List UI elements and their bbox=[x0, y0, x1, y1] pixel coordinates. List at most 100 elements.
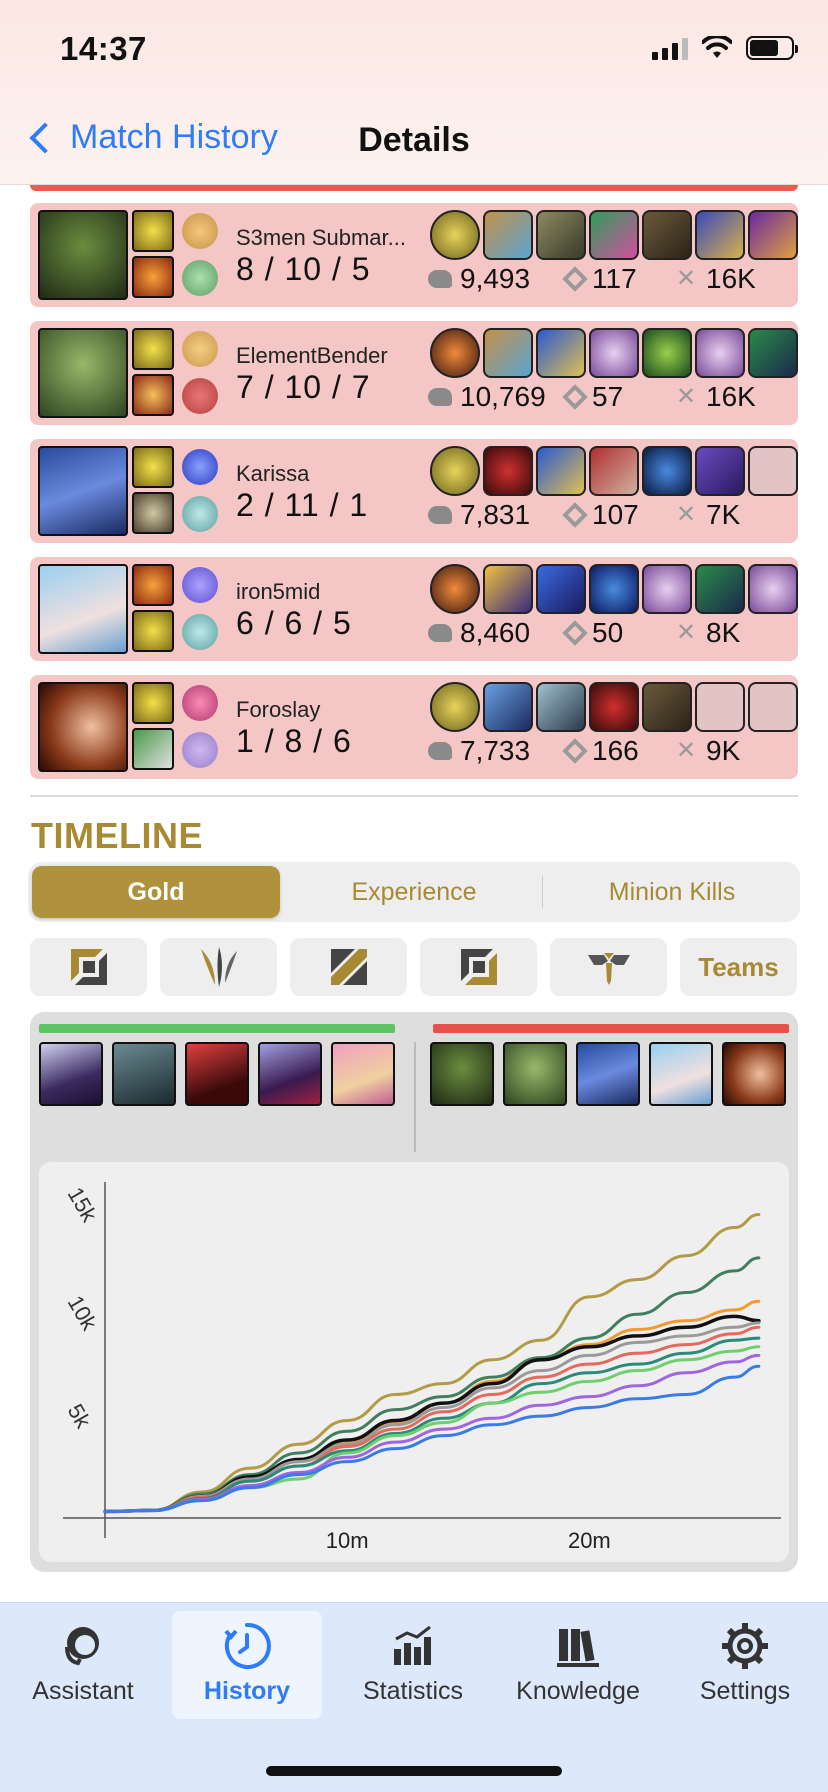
empty-item-slot bbox=[748, 446, 798, 496]
damage-value: 7K bbox=[706, 499, 741, 530]
cellular-signal-icon bbox=[652, 36, 688, 60]
item-icon bbox=[536, 564, 586, 614]
item-icon bbox=[748, 328, 798, 378]
knowledge-icon bbox=[557, 1629, 599, 1667]
player-row[interactable]: Foroslay 1 / 8 / 6 7,733 166 ✕ 9K bbox=[30, 675, 798, 779]
champion-portrait bbox=[38, 210, 128, 300]
y-tick-label: 5k bbox=[63, 1400, 97, 1433]
summoner-spell-flash-icon bbox=[132, 446, 174, 488]
cs-value: 117 bbox=[592, 263, 637, 294]
red-champion-3[interactable] bbox=[576, 1042, 640, 1106]
secondary-rune-icon bbox=[182, 378, 218, 414]
red-champion-2[interactable] bbox=[503, 1042, 567, 1106]
cs-value: 107 bbox=[592, 499, 639, 530]
tab-experience[interactable]: Experience bbox=[290, 866, 538, 918]
item-icon bbox=[642, 564, 692, 614]
role-filter-jungle[interactable] bbox=[160, 938, 277, 996]
role-filter-mid[interactable] bbox=[290, 938, 407, 996]
secondary-rune-icon bbox=[182, 614, 218, 650]
role-filter-support[interactable] bbox=[550, 938, 667, 996]
item-icon bbox=[589, 564, 639, 614]
minion-icon bbox=[562, 502, 588, 528]
y-tick-label: 15k bbox=[63, 1183, 103, 1227]
red-champion-5[interactable] bbox=[722, 1042, 786, 1106]
item-icon bbox=[536, 446, 586, 496]
tab-gold[interactable]: Gold bbox=[32, 866, 280, 918]
tab-knowledge[interactable]: Knowledge bbox=[503, 1611, 653, 1719]
damage-value: 16K bbox=[706, 263, 756, 294]
timeline-metric-selector: Gold Experience Minion Kills bbox=[28, 862, 800, 922]
tab-label: Statistics bbox=[362, 1677, 464, 1705]
summoner-spell-flash-icon bbox=[132, 682, 174, 724]
item-icon bbox=[430, 564, 480, 614]
blue-champion-3[interactable] bbox=[185, 1042, 249, 1106]
timeline-title: TIMELINE bbox=[31, 815, 203, 856]
blue-champion-2[interactable] bbox=[112, 1042, 176, 1106]
damage-icon: ✕ bbox=[676, 619, 697, 646]
role-filter-teams[interactable]: Teams bbox=[680, 938, 797, 996]
gold-timeline-chart: 5k 10k 15k 10m 20m bbox=[39, 1162, 789, 1562]
bot-icon bbox=[460, 949, 497, 985]
tab-history[interactable]: History bbox=[172, 1611, 322, 1719]
item-icon bbox=[483, 564, 533, 614]
tab-label: Knowledge bbox=[516, 1677, 640, 1705]
item-icon bbox=[589, 210, 639, 260]
role-filter-bot[interactable] bbox=[420, 938, 537, 996]
player-kda: 7 / 10 / 7 bbox=[236, 369, 371, 405]
player-kda: 6 / 6 / 5 bbox=[236, 605, 352, 641]
tab-minion-kills[interactable]: Minion Kills bbox=[548, 866, 796, 918]
item-icon bbox=[483, 446, 533, 496]
secondary-rune-icon bbox=[182, 732, 218, 768]
item-icon bbox=[695, 446, 745, 496]
item-icon bbox=[642, 446, 692, 496]
blue-champion-1[interactable] bbox=[39, 1042, 103, 1106]
damage-icon: ✕ bbox=[676, 737, 697, 764]
assistant-icon bbox=[65, 1627, 99, 1666]
tab-statistics[interactable]: Statistics bbox=[338, 1611, 488, 1719]
page-title: Details bbox=[358, 121, 470, 159]
blue-champion-5[interactable] bbox=[331, 1042, 395, 1106]
item-icon bbox=[536, 210, 586, 260]
gold-icon bbox=[428, 624, 452, 642]
damage-icon: ✕ bbox=[676, 265, 697, 292]
navigation-bar: 14:37 Match History Details bbox=[0, 0, 828, 185]
blue-champion-4[interactable] bbox=[258, 1042, 322, 1106]
item-icon bbox=[695, 210, 745, 260]
player-stats: 8,460 50 ✕ 8K bbox=[428, 617, 740, 649]
tab-label: Assistant bbox=[32, 1677, 134, 1705]
primary-rune-icon bbox=[182, 685, 218, 721]
gold-icon bbox=[428, 742, 452, 760]
tab-assistant[interactable]: Assistant bbox=[8, 1611, 158, 1719]
section-divider bbox=[30, 795, 798, 797]
statistics-icon bbox=[394, 1625, 431, 1665]
player-row[interactable]: iron5mid 6 / 6 / 5 8,460 50 ✕ 8K bbox=[30, 557, 798, 661]
support-icon bbox=[587, 953, 630, 985]
champion-portrait bbox=[38, 564, 128, 654]
player-row[interactable]: Karissa 2 / 11 / 1 7,831 107 ✕ 7K bbox=[30, 439, 798, 543]
role-filter-top[interactable] bbox=[30, 938, 147, 996]
gold-value: 10,769 bbox=[460, 381, 546, 412]
empty-item-slot bbox=[748, 682, 798, 732]
timeline-panel: 5k 10k 15k 10m 20m bbox=[30, 1012, 798, 1572]
item-icon bbox=[430, 682, 480, 732]
item-build bbox=[430, 682, 798, 732]
chart-canvas: 5k 10k 15k 10m 20m bbox=[63, 1182, 781, 1553]
player-kda: 8 / 10 / 5 bbox=[236, 251, 371, 287]
red-champion-1[interactable] bbox=[430, 1042, 494, 1106]
player-row[interactable]: ElementBender 7 / 10 / 7 10,769 57 ✕ 16K bbox=[30, 321, 798, 425]
jungle-icon bbox=[200, 947, 237, 987]
red-champion-4[interactable] bbox=[649, 1042, 713, 1106]
summoner-spell-flash-icon bbox=[132, 328, 174, 370]
item-build bbox=[430, 210, 798, 260]
top-icon bbox=[70, 949, 107, 985]
item-icon bbox=[748, 210, 798, 260]
tab-settings[interactable]: Settings bbox=[670, 1611, 820, 1719]
item-build bbox=[430, 446, 798, 496]
item-icon bbox=[483, 210, 533, 260]
series-line bbox=[103, 1213, 761, 1513]
damage-value: 16K bbox=[706, 381, 756, 412]
player-row[interactable]: S3men Submar... 8 / 10 / 5 9,493 117 ✕ 16… bbox=[30, 203, 798, 307]
wifi-icon bbox=[702, 36, 732, 58]
red-team-bar bbox=[433, 1024, 789, 1033]
summoner-spell-smite-icon bbox=[132, 374, 174, 416]
